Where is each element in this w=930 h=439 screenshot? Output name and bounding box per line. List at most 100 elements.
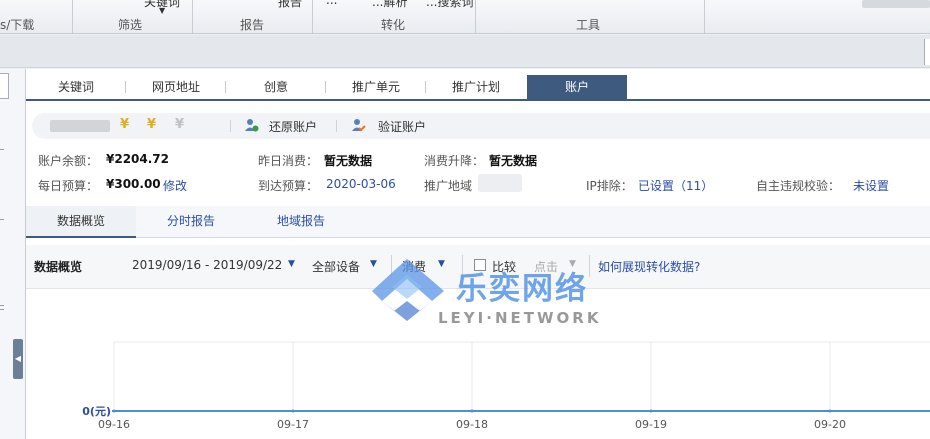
series-point [828,409,832,413]
ip-exclude-link[interactable]: 已设置（11） [638,177,713,194]
subtab-label: 地域报告 [276,214,325,228]
ribbon-group-filter: 筛选 [118,18,143,32]
tab-label: 账户 [564,80,589,94]
balance-value: ¥2204.72 [106,152,170,166]
tab-label: 网页地址 [151,80,200,94]
modify-budget-link[interactable]: 修改 [163,177,187,194]
spend-line-chart: 0(元)09-16 09-17 09-18 09-19 09-20 [82,341,930,431]
ribbon-group-report: 报告 [240,18,265,32]
chevron-down-icon[interactable]: ▼ [370,259,377,269]
yesterday-value: 暂无数据 [324,154,373,168]
ribbon-divider [72,0,73,34]
chevron-down-icon[interactable]: ▼ [159,6,165,15]
date-range-select[interactable]: 2019/09/16 - 2019/09/22 [132,258,282,272]
region-label: 推广地域 [424,179,473,193]
tab-creative[interactable]: 创意 [226,75,326,99]
filter-divider [589,255,590,277]
ribbon: 关键词 ▼ 报告 ... ...解析 ...搜索词 s/下载 筛选 报告 转化 … [0,0,930,34]
ip-exclude-label: IP排除： [586,179,633,193]
tab-label: 推广计划 [451,80,500,94]
trend-value: 暂无数据 [489,154,538,168]
subtab-label: 数据概览 [56,214,105,228]
left-tick [0,305,4,306]
ribbon-report-item[interactable]: 报告 [278,0,302,10]
ribbon-divider [192,0,193,34]
ribbon-convert-item[interactable]: ... [326,0,337,7]
yesterday-label: 昨日消费： [258,154,319,168]
compare-label: 比较 [492,260,517,274]
account-bar: ¥ ¥ ¥ 还原账户 验证账户 [32,113,930,139]
series-point [112,409,116,413]
region-value-blurred[interactable] [478,174,522,192]
account-name-blurred [50,120,110,132]
x-tick-label: 09-18 [456,418,488,431]
self-check-label: 自主违规校验： [756,179,841,193]
series-point [291,409,295,413]
blurred-ribbon-item [862,0,930,8]
device-select[interactable]: 全部设备 [312,258,360,275]
chevron-down-icon[interactable]: ▼ [569,259,576,269]
chevron-down-icon[interactable]: ▼ [288,259,295,269]
ribbon-divider [475,0,476,34]
yen-badge-icon: ¥ [147,117,157,132]
tab-label: 推广单元 [351,80,400,94]
ribbon-divider [312,0,313,34]
series-point [470,409,474,413]
balance-label: 账户余额： [38,154,99,168]
filter-divider [462,255,463,277]
collapse-handle-icon[interactable]: ◀ [13,339,23,379]
ribbon-group-download: s/下载 [0,18,35,32]
report-subtabs: 数据概览 分时报告 地域报告 [26,206,930,238]
left-tick [0,219,4,220]
tab-adgroup[interactable]: 推广单元 [326,75,426,99]
x-tick-label: 09-17 [277,418,309,431]
x-tick-label: 09-20 [814,418,846,431]
metric-select[interactable]: 消费 [402,258,426,275]
reach-budget-value: 2020-03-06 [326,177,396,191]
x-tick-label: 09-19 [635,418,667,431]
ribbon-analyze-item[interactable]: ...解析 [372,0,407,10]
subtab-hourly[interactable]: 分时报告 [136,206,246,238]
action-divider [336,120,337,132]
left-tick [0,309,4,310]
ribbon-group-convert: 转化 [381,18,406,32]
tab-label: 创意 [263,80,288,94]
subtab-overview[interactable]: 数据概览 [26,206,136,238]
tab-url[interactable]: 网页地址 [126,75,226,99]
toolbar-input-edge[interactable] [924,39,930,65]
ribbon-group-tools: 工具 [576,18,601,32]
ribbon-divider [704,0,705,34]
filter-bar: 数据概览 2019/09/16 - 2019/09/22 ▼ 全部设备 ▼ 消费… [26,245,930,289]
main-panel: 关键词 网页地址 创意 推广单元 推广计划 账户 ¥ ¥ ¥ 还原账户 验证账户… [26,69,930,439]
verify-account-button[interactable]: 验证账户 [378,118,426,135]
y-tick-label: 0(元) [82,405,111,418]
subtab-region[interactable]: 地域报告 [246,206,356,238]
ribbon-search-item[interactable]: ...搜索词 [426,0,473,10]
restore-account-button[interactable]: 还原账户 [269,118,317,135]
click-metric-select[interactable]: 点击 [534,258,558,275]
overview-title: 数据概览 [34,260,83,274]
action-divider [230,120,231,132]
daily-budget-label: 每日预算： [38,179,99,193]
reach-budget-label: 到达预算： [258,179,319,193]
tab-campaign[interactable]: 推广计划 [426,75,526,99]
verify-user-icon [352,119,366,132]
yen-badge-icon: ¥ [175,117,185,132]
self-check-link[interactable]: 未设置 [853,177,889,194]
tab-bar: 关键词 网页地址 创意 推广单元 推广计划 账户 [26,75,930,101]
filter-divider [391,255,392,277]
conversion-help-link[interactable]: 如何展现转化数据? [598,258,700,275]
secondary-toolbar [0,35,930,68]
chevron-down-icon[interactable]: ▼ [438,259,445,269]
tab-label: 关键词 [57,80,94,94]
left-tick [0,149,4,150]
left-search-input[interactable] [0,73,9,99]
series-point [649,409,653,413]
x-tick-label: 09-16 [98,418,130,431]
left-panel-collapsed: ◀ [0,69,26,439]
yen-badge-icon: ¥ [120,117,130,132]
compare-checkbox[interactable] [474,259,486,271]
tab-keyword[interactable]: 关键词 [26,75,126,99]
trend-label: 消费升降： [424,154,485,168]
tab-account[interactable]: 账户 [527,75,627,99]
